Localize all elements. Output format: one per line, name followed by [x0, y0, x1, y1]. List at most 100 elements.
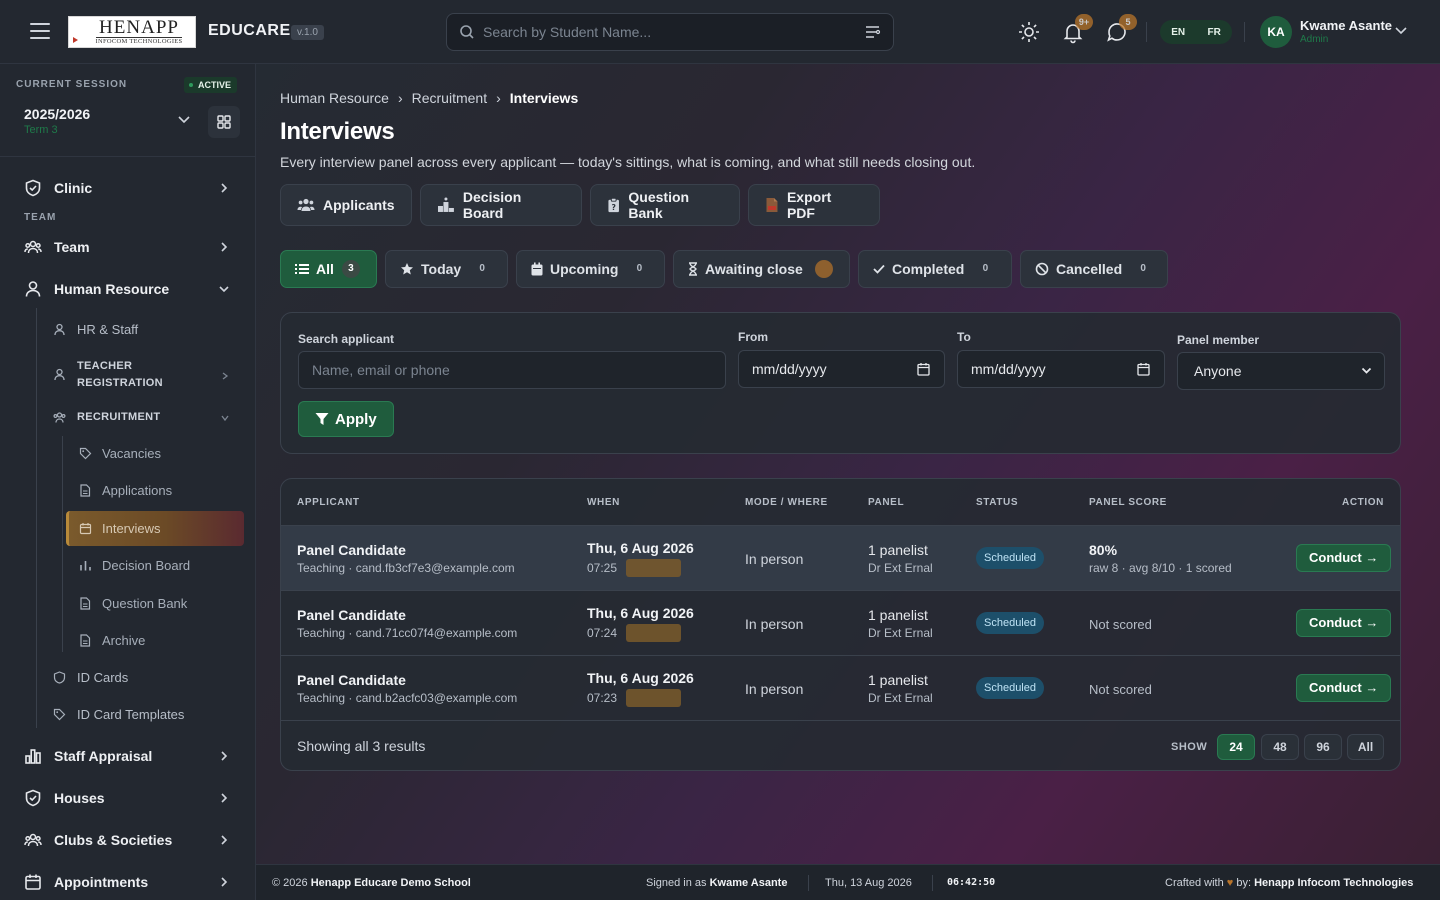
- export-pdf-button[interactable]: Export PDF: [748, 184, 880, 226]
- applicant-name[interactable]: Panel Candidate: [297, 607, 406, 623]
- table-row[interactable]: Panel Candidate Teaching · cand.b2acfc03…: [281, 655, 1400, 720]
- filter-icon: [315, 413, 329, 425]
- calendar-icon[interactable]: [1137, 362, 1150, 376]
- app-grid-button[interactable]: [208, 106, 240, 138]
- panel-member-label: Panel member: [1177, 333, 1260, 347]
- applicant-meta: Teaching · cand.b2acfc03@example.com: [297, 691, 518, 705]
- sidebar-item-clubs-societies[interactable]: Clubs & Societies: [0, 828, 255, 852]
- decision-board-button[interactable]: Decision Board: [420, 184, 582, 226]
- sidebar-item-staff-appraisal[interactable]: Staff Appraisal: [0, 744, 255, 768]
- applicant-name[interactable]: Panel Candidate: [297, 542, 406, 558]
- calendar-icon: [25, 874, 41, 890]
- user-name[interactable]: Kwame Asante: [1300, 18, 1392, 33]
- ban-icon: [1035, 262, 1049, 276]
- table-row[interactable]: Panel Candidate Teaching · cand.fb3cf7e3…: [281, 525, 1400, 590]
- sidebar-item-label: ID Cards: [77, 670, 129, 685]
- tab-all[interactable]: All 3: [280, 250, 377, 288]
- panel-score: 80%: [1089, 542, 1118, 558]
- results-count: Showing all 3 results: [297, 738, 426, 754]
- sidebar-item-recruitment[interactable]: RECRUITMENT: [0, 409, 255, 427]
- sidebar-item-clinic[interactable]: Clinic: [0, 176, 255, 200]
- tab-today[interactable]: Today 0: [385, 250, 508, 288]
- sun-icon[interactable]: [1017, 20, 1041, 44]
- sidebar-item-hr-staff[interactable]: HR & Staff: [0, 320, 255, 340]
- page-size-24[interactable]: 24: [1217, 734, 1255, 760]
- page-title: Interviews: [280, 118, 395, 145]
- panel-member-select[interactable]: Anyone: [1177, 352, 1385, 390]
- time-tag-chip: [626, 689, 681, 707]
- col-action: ACTION: [1342, 497, 1384, 508]
- sidebar-item-archive[interactable]: Archive: [0, 631, 255, 651]
- page-size-48[interactable]: 48: [1261, 734, 1299, 760]
- sidebar-item-team[interactable]: Team: [0, 235, 255, 259]
- conduct-button[interactable]: Conduct →: [1296, 609, 1392, 637]
- from-label: From: [738, 330, 768, 344]
- sidebar-item-human-resource[interactable]: Human Resource: [0, 277, 255, 301]
- chevron-right-icon: [221, 751, 228, 761]
- sidebar-item-houses[interactable]: Houses: [0, 786, 255, 810]
- calendar-icon[interactable]: [917, 362, 930, 376]
- sidebar-item-label: Appointments: [54, 874, 149, 890]
- interview-mode: In person: [745, 616, 804, 632]
- sidebar-item-interviews[interactable]: Interviews: [0, 511, 255, 546]
- to-date-input[interactable]: mm/dd/yyyy: [957, 350, 1165, 388]
- apply-button[interactable]: Apply: [298, 401, 394, 437]
- col-status: STATUS: [976, 497, 1019, 508]
- crafted-company[interactable]: Henapp Infocom Technologies: [1254, 877, 1413, 889]
- footer-credits: Crafted with ♥ by: Henapp Infocom Techno…: [1165, 877, 1413, 889]
- interview-time: 07:23: [587, 691, 618, 705]
- sidebar-item-appointments[interactable]: Appointments: [0, 870, 255, 894]
- search-applicant-input[interactable]: Name, email or phone: [298, 351, 726, 389]
- time-tag-chip: [626, 624, 681, 642]
- sidebar-item-id-cards[interactable]: ID Cards: [0, 668, 255, 688]
- tab-upcoming[interactable]: Upcoming 0: [516, 250, 665, 288]
- sidebar-item-question-bank[interactable]: Question Bank: [0, 594, 255, 614]
- top-bar: HENAPP INFOCOM TECHNOLOGIES EDUCARE v.1.…: [0, 0, 1440, 64]
- question-bank-button[interactable]: ? Question Bank: [590, 184, 740, 226]
- applicant-name[interactable]: Panel Candidate: [297, 672, 406, 688]
- to-date-value: mm/dd/yyyy: [971, 361, 1046, 377]
- global-search: [446, 13, 894, 51]
- sidebar-item-label: Human Resource: [54, 281, 170, 297]
- session-year[interactable]: 2025/2026: [24, 106, 90, 122]
- sidebar-item-vacancies[interactable]: Vacancies: [0, 444, 255, 464]
- sidebar-item-id-card-templates[interactable]: ID Card Templates: [0, 705, 255, 725]
- breadcrumb-human-resource[interactable]: Human Resource: [280, 90, 389, 106]
- page-size-all[interactable]: All: [1347, 734, 1384, 760]
- tab-awaiting-close[interactable]: Awaiting close: [673, 250, 850, 288]
- table-footer: Showing all 3 results SHOW 24 48 96 All: [281, 720, 1400, 770]
- company-logo[interactable]: HENAPP INFOCOM TECHNOLOGIES: [68, 16, 196, 48]
- breadcrumb-recruitment[interactable]: Recruitment: [412, 90, 487, 106]
- user-icon: [25, 281, 41, 297]
- filter-lines-icon[interactable]: [865, 25, 881, 39]
- tab-label: Completed: [892, 261, 965, 277]
- chevron-down-icon: [221, 415, 229, 422]
- session-status-badge: ACTIVE: [184, 77, 238, 93]
- chevron-down-icon[interactable]: [176, 114, 192, 126]
- divider: [1244, 22, 1245, 42]
- user-avatar[interactable]: KA: [1260, 16, 1292, 48]
- sidebar-item-applications[interactable]: Applications: [0, 481, 255, 501]
- clipboard-question-icon: ?: [608, 197, 619, 213]
- sidebar-item-decision-board[interactable]: Decision Board: [0, 556, 255, 576]
- search-input[interactable]: [483, 20, 863, 44]
- table-row[interactable]: Panel Candidate Teaching · cand.71cc07f4…: [281, 590, 1400, 655]
- messages-button[interactable]: 5: [1105, 14, 1137, 44]
- sidebar-item-teacher-registration[interactable]: TEACHER REGISTRATION: [0, 358, 255, 394]
- copyright-year: © 2026: [272, 877, 308, 889]
- divider: [1146, 22, 1147, 42]
- from-date-input[interactable]: mm/dd/yyyy: [738, 350, 945, 388]
- lang-en-button[interactable]: EN: [1171, 27, 1185, 38]
- conduct-button[interactable]: Conduct →: [1296, 544, 1392, 572]
- tab-cancelled[interactable]: Cancelled 0: [1020, 250, 1168, 288]
- sidebar-item-label: Archive: [102, 633, 146, 648]
- page-size-96[interactable]: 96: [1304, 734, 1342, 760]
- tag-icon: [79, 447, 92, 460]
- conduct-button[interactable]: Conduct →: [1296, 674, 1392, 702]
- applicants-button[interactable]: Applicants: [280, 184, 412, 226]
- lang-fr-button[interactable]: FR: [1207, 27, 1220, 38]
- tab-completed[interactable]: Completed 0: [858, 250, 1012, 288]
- chevron-down-icon[interactable]: [1394, 26, 1408, 36]
- notifications-button[interactable]: 9+: [1061, 14, 1093, 44]
- menu-toggle-icon[interactable]: [30, 23, 50, 41]
